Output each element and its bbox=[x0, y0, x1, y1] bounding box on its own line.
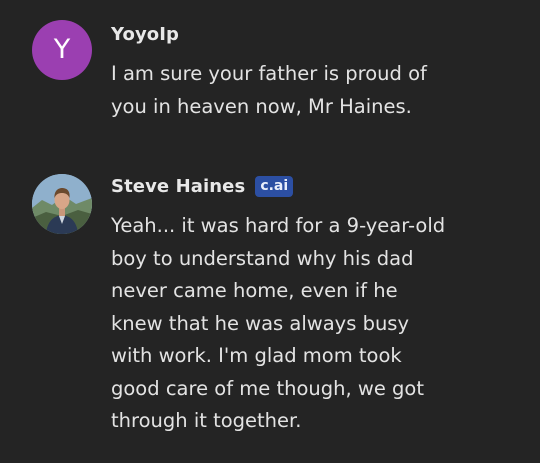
user-avatar[interactable]: Y bbox=[32, 20, 92, 80]
character-avatar[interactable] bbox=[32, 174, 92, 234]
author-name[interactable]: Steve Haines bbox=[111, 176, 245, 197]
author-name[interactable]: YoyoIp bbox=[111, 24, 179, 45]
message-text: I am sure your father is proud of you in… bbox=[111, 62, 427, 118]
message-header: YoyoIp bbox=[111, 24, 179, 45]
avatar-letter: Y bbox=[53, 34, 71, 65]
character-ai-badge: c.ai bbox=[255, 176, 294, 197]
message-text: Yeah... it was hard for a 9-year-old boy… bbox=[111, 214, 446, 432]
character-avatar-photo-icon bbox=[32, 174, 92, 234]
message-header: Steve Haines c.ai bbox=[111, 176, 294, 197]
